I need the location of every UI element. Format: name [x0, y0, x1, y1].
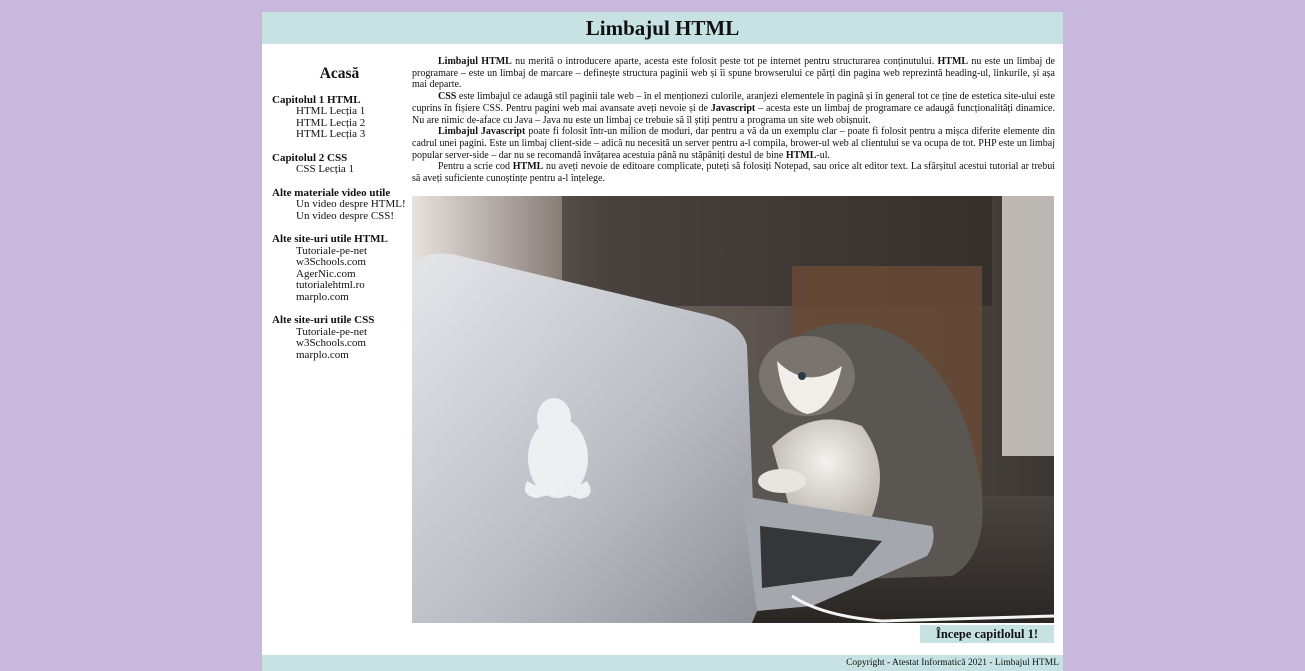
bold-term: Javascript [710, 102, 756, 114]
bold-term: CSS [438, 91, 457, 103]
paragraph-text: nu merită o introducere aparte, acesta e… [511, 56, 938, 67]
paragraph-javascript-intro: Limbajul Javascript poate fi folosit înt… [412, 126, 1055, 161]
bold-term: HTML [785, 149, 817, 161]
sidebar-link[interactable]: CSS Lecția 1 [272, 163, 407, 176]
cat-eye [798, 372, 806, 380]
sidebar-link[interactable]: marplo.com [272, 349, 407, 362]
section-title: Alte site-uri utile CSS [272, 314, 375, 326]
cat-paw [758, 469, 806, 493]
sidebar-link[interactable]: HTML Lecția 1 [272, 105, 407, 118]
footer-copyright: Copyright - Atestat Informatică 2021 - L… [262, 655, 1063, 671]
paragraph-text: -ul. [816, 149, 830, 161]
paragraph-html-intro: Limbajul HTML nu merită o introducere ap… [412, 56, 1055, 91]
page-container: Limbajul HTML Acasă Capitolul 1 HTML HTM… [262, 12, 1063, 671]
sidebar-nav: Acasă Capitolul 1 HTML HTML Lecția 1 HTM… [272, 64, 407, 373]
bold-term: Limbajul Javascript [438, 126, 526, 138]
sidebar-section-html-chapter: Capitolul 1 HTML HTML Lecția 1 HTML Lecț… [272, 94, 407, 141]
cat-laptop-photo [412, 196, 1054, 623]
paragraph-css-intro: CSS este limbajul ce adaugă stil paginii… [412, 91, 1055, 126]
article-content: Limbajul HTML nu merită o introducere ap… [412, 56, 1055, 185]
sidebar-section-html-sites: Alte site-uri utile HTML Tutoriale-pe-ne… [272, 233, 407, 304]
cat-laptop-illustration [412, 196, 1054, 623]
sidebar-link[interactable]: w3Schools.com [272, 337, 407, 350]
sidebar-link[interactable]: w3Schools.com [272, 256, 407, 269]
sidebar-link[interactable]: tutorialehtml.ro [272, 279, 407, 292]
sidebar-link[interactable]: marplo.com [272, 291, 407, 304]
section-title: Alte site-uri utile HTML [272, 233, 388, 245]
sidebar-link[interactable]: Un video despre CSS! [272, 210, 407, 223]
bold-term: HTML [937, 56, 969, 67]
home-link[interactable]: Acasă [272, 66, 407, 81]
sidebar-link[interactable]: HTML Lecția 3 [272, 128, 407, 141]
sidebar-section-css-sites: Alte site-uri utile CSS Tutoriale-pe-net… [272, 314, 407, 362]
start-chapter-button[interactable]: Începe capitlolul 1! [920, 625, 1054, 643]
paragraph-text: Pentru a scrie cod [438, 161, 513, 173]
sidebar-section-videos: Alte materiale video utile Un video desp… [272, 187, 407, 223]
sidebar-link[interactable]: Un video despre HTML! [272, 198, 407, 211]
bold-term: Limbajul HTML [438, 56, 512, 67]
bright-window [1002, 196, 1054, 456]
paragraph-editors: Pentru a scrie cod HTML nu aveți nevoie … [412, 161, 1055, 184]
page-title: Limbajul HTML [262, 12, 1063, 44]
bold-term: HTML [512, 161, 544, 173]
sidebar-section-css-chapter: Capitolul 2 CSS CSS Lecția 1 [272, 152, 407, 176]
